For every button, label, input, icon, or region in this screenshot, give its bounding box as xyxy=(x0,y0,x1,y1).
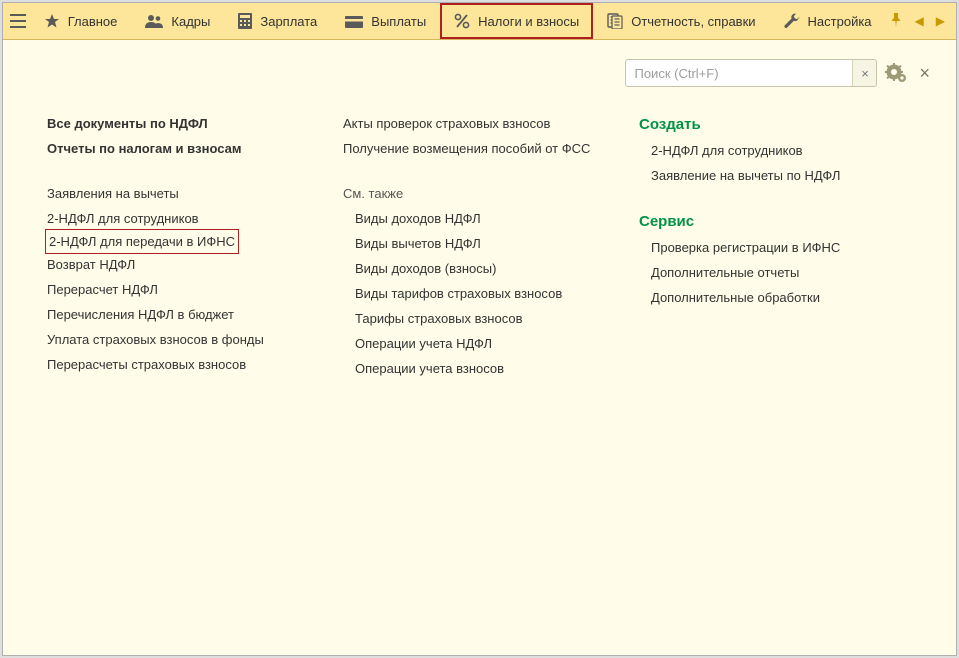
column-middle: Акты проверок страховых взносов Получени… xyxy=(343,111,613,381)
document-icon xyxy=(607,13,623,29)
heading-tax-reports[interactable]: Отчеты по налогам и взносам xyxy=(47,136,317,161)
service-additional-reports[interactable]: Дополнительные отчеты xyxy=(651,260,799,285)
settings-gear-icon[interactable] xyxy=(885,63,907,83)
wrench-icon xyxy=(784,13,800,29)
people-icon xyxy=(145,14,163,28)
tab-label: Кадры xyxy=(171,14,210,29)
scroll-right-icon[interactable]: ▶ xyxy=(933,14,948,28)
link-contrib-operations[interactable]: Операции учета взносов xyxy=(355,356,504,381)
tab-reports[interactable]: Отчетность, справки xyxy=(593,3,769,39)
tab-payments[interactable]: Выплаты xyxy=(331,3,440,39)
link-fss-reimbursement[interactable]: Получение возмещения пособий от ФСС xyxy=(343,136,590,161)
tab-salary[interactable]: Зарплата xyxy=(224,3,331,39)
heading-all-ndfl-docs[interactable]: Все документы по НДФЛ xyxy=(47,111,317,136)
link-insurance-audit-acts[interactable]: Акты проверок страховых взносов xyxy=(343,111,550,136)
scroll-left-icon[interactable]: ◀ xyxy=(912,14,927,28)
service-additional-processings[interactable]: Дополнительные обработки xyxy=(651,285,820,310)
link-tariffs-contrib[interactable]: Тарифы страховых взносов xyxy=(355,306,523,331)
tab-main[interactable]: Главное xyxy=(30,3,132,39)
link-income-types-contrib[interactable]: Виды доходов (взносы) xyxy=(355,256,496,281)
link-insurance-payments-funds[interactable]: Уплата страховых взносов в фонды xyxy=(47,327,264,352)
link-deduction-applications[interactable]: Заявления на вычеты xyxy=(47,181,179,206)
menu-icon[interactable] xyxy=(7,3,30,39)
close-panel-button[interactable]: × xyxy=(915,64,934,82)
link-tariff-types-contrib[interactable]: Виды тарифов страховых взносов xyxy=(355,281,562,306)
top-toolbar: Главное Кадры Зарплата Выплаты Налоги и xyxy=(3,3,956,40)
star-icon xyxy=(44,13,60,29)
tab-label: Отчетность, справки xyxy=(631,14,755,29)
wallet-icon xyxy=(345,14,363,28)
tab-settings[interactable]: Настройка xyxy=(770,3,886,39)
heading-see-also: См. также xyxy=(343,181,403,206)
tab-taxes[interactable]: Налоги и взносы xyxy=(440,3,593,39)
service-ifns-registration-check[interactable]: Проверка регистрации в ИФНС xyxy=(651,235,840,260)
search-box: × xyxy=(625,59,877,87)
calculator-icon xyxy=(238,13,252,29)
content-panel: × × xyxy=(3,40,956,655)
column-left: Все документы по НДФЛ Отчеты по налогам … xyxy=(47,111,317,377)
link-ndfl-refund[interactable]: Возврат НДФЛ xyxy=(47,252,135,277)
search-clear-button[interactable]: × xyxy=(852,60,876,86)
link-ndfl-operations[interactable]: Операции учета НДФЛ xyxy=(355,331,492,356)
link-insurance-recalc[interactable]: Перерасчеты страховых взносов xyxy=(47,352,246,377)
tab-label: Выплаты xyxy=(371,14,426,29)
link-deduction-types-ndfl[interactable]: Виды вычетов НДФЛ xyxy=(355,231,481,256)
heading-create: Создать xyxy=(639,111,899,138)
tab-label: Налоги и взносы xyxy=(478,14,579,29)
create-deduction-application[interactable]: Заявление на вычеты по НДФЛ xyxy=(651,163,840,188)
link-ndfl-recalc[interactable]: Перерасчет НДФЛ xyxy=(47,277,158,302)
tab-personnel[interactable]: Кадры xyxy=(131,3,224,39)
tab-label: Зарплата xyxy=(260,14,317,29)
tab-label: Главное xyxy=(68,14,118,29)
tab-label: Настройка xyxy=(808,14,872,29)
percent-icon xyxy=(454,13,470,29)
link-2ndfl-employees[interactable]: 2-НДФЛ для сотрудников xyxy=(47,206,199,231)
pin-icon[interactable] xyxy=(886,13,906,30)
search-input[interactable] xyxy=(626,60,852,86)
link-2ndfl-ifns[interactable]: 2-НДФЛ для передачи в ИФНС xyxy=(47,231,237,252)
heading-service: Сервис xyxy=(639,208,899,235)
link-ndfl-budget-transfers[interactable]: Перечисления НДФЛ в бюджет xyxy=(47,302,234,327)
column-right: Создать 2-НДФЛ для сотрудников Заявление… xyxy=(639,111,899,310)
create-2ndfl-employees[interactable]: 2-НДФЛ для сотрудников xyxy=(651,138,803,163)
link-income-types-ndfl[interactable]: Виды доходов НДФЛ xyxy=(355,206,481,231)
